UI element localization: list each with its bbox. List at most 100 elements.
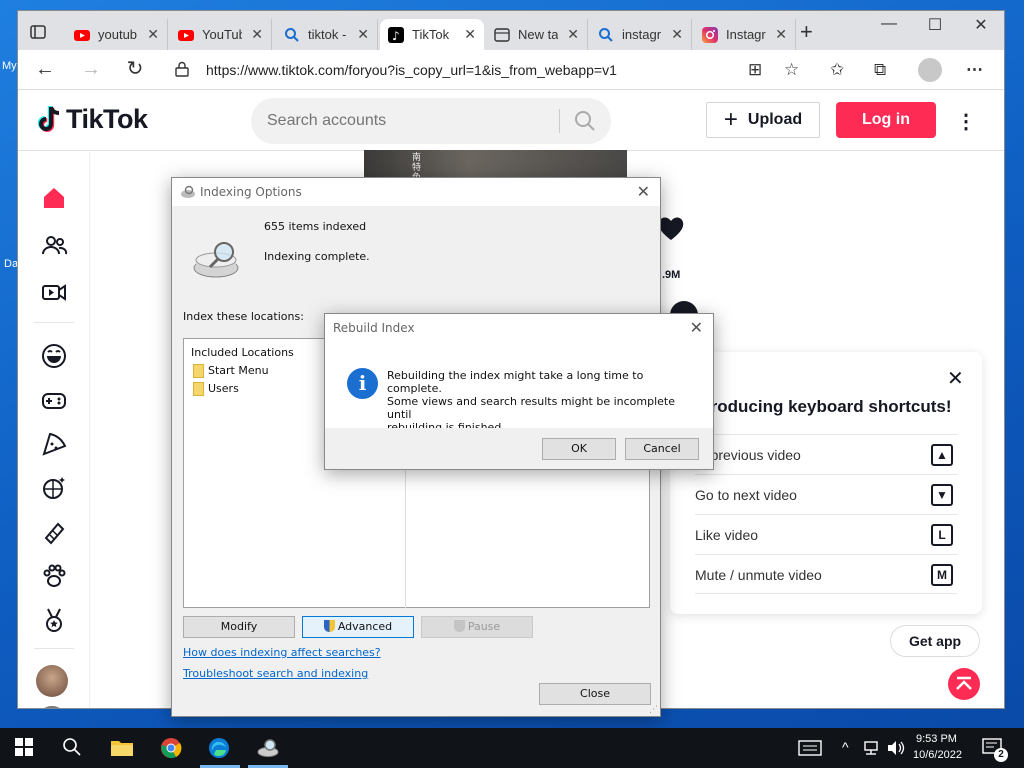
- animals-icon[interactable]: [40, 562, 68, 590]
- windows-start-icon[interactable]: [14, 737, 38, 759]
- close-icon[interactable]: ✕: [147, 26, 159, 43]
- file-explorer-icon[interactable]: [110, 737, 134, 759]
- clock-date[interactable]: 10/6/2022: [913, 749, 962, 761]
- advanced-button[interactable]: Advanced: [302, 616, 414, 638]
- dialog-title: Rebuild Index: [333, 321, 415, 335]
- tab-tiktok[interactable]: ♪ TikTok ✕: [380, 19, 484, 50]
- close-icon[interactable]: ✕: [671, 26, 683, 43]
- beauty-icon[interactable]: [40, 518, 68, 546]
- tab-youtube-1[interactable]: youtub ✕: [66, 19, 168, 50]
- tab-instagram[interactable]: Instagr ✕: [694, 19, 796, 50]
- minimize-icon[interactable]: —: [866, 15, 912, 33]
- ok-button[interactable]: OK: [542, 438, 616, 460]
- sidebar-divider: [34, 648, 74, 649]
- login-button[interactable]: Log in: [836, 102, 936, 138]
- tab-new-tab[interactable]: New ta ✕: [486, 19, 588, 50]
- search-icon[interactable]: [573, 109, 597, 138]
- troubleshoot-link[interactable]: Troubleshoot search and indexing: [183, 667, 368, 680]
- profile-avatar-icon[interactable]: [918, 58, 942, 82]
- youtube-icon: [74, 27, 90, 43]
- close-icon[interactable]: ✕: [567, 26, 579, 43]
- tab-instagram-search[interactable]: instagr ✕: [590, 19, 692, 50]
- network-icon[interactable]: [862, 739, 886, 761]
- tiktok-logo-icon: [37, 105, 60, 132]
- uac-shield-icon: [453, 620, 465, 632]
- maximize-icon[interactable]: ☐: [912, 15, 958, 35]
- home-icon[interactable]: [40, 184, 68, 212]
- dialog-titlebar: Rebuild Index ✕: [325, 314, 713, 342]
- shortcut-key: M: [931, 564, 953, 586]
- settings-more-icon[interactable]: ⋯: [966, 60, 983, 80]
- tab-strip: youtub ✕ YouTub ✕ tiktok - ✕ ♪ TikTok ✕ …: [18, 11, 1004, 50]
- chevron-up-icon[interactable]: ^: [842, 739, 849, 755]
- upload-button[interactable]: + Upload: [706, 102, 820, 138]
- dialog-title: Indexing Options: [200, 185, 302, 199]
- dance-icon[interactable]: [40, 474, 68, 502]
- included-locations-header: Included Locations: [191, 346, 294, 359]
- rebuild-message-line: Some views and search results might be i…: [387, 395, 676, 421]
- tab-tiktok-search[interactable]: tiktok - ✕: [276, 19, 378, 50]
- tab-actions-icon[interactable]: [28, 23, 54, 43]
- new-tab-button[interactable]: +: [800, 21, 813, 43]
- resize-grip-icon[interactable]: ⋰: [649, 705, 658, 715]
- window-close-icon[interactable]: ✕: [958, 15, 1004, 35]
- tab-youtube-2[interactable]: YouTub ✕: [170, 19, 272, 50]
- gaming-icon[interactable]: [40, 386, 68, 414]
- back-to-top-button[interactable]: [948, 668, 980, 700]
- following-icon[interactable]: [40, 232, 68, 260]
- close-icon[interactable]: ✕: [251, 26, 263, 43]
- add-favorite-icon[interactable]: ☆: [784, 60, 799, 80]
- more-options-icon[interactable]: ⋮: [956, 109, 976, 134]
- search-icon: [284, 27, 300, 43]
- info-icon: i: [347, 368, 378, 399]
- location-label: Users: [208, 382, 239, 395]
- close-button[interactable]: Close: [539, 683, 651, 705]
- location-item[interactable]: Users: [193, 382, 239, 396]
- tiktok-logo[interactable]: TikTok: [36, 104, 148, 135]
- tab-label: New ta: [518, 27, 558, 42]
- desktop-icon-label[interactable]: Da: [4, 258, 18, 270]
- live-icon[interactable]: [40, 278, 68, 306]
- search-input[interactable]: [267, 110, 547, 132]
- favorites-icon[interactable]: ✩: [830, 60, 844, 80]
- back-icon[interactable]: ←: [32, 58, 58, 82]
- indexing-options-taskbar-icon[interactable]: [256, 737, 280, 759]
- svg-text:♪: ♪: [392, 29, 400, 43]
- forward-icon[interactable]: →: [78, 58, 104, 82]
- pause-button[interactable]: Pause: [421, 616, 533, 638]
- close-icon[interactable]: ✕: [775, 26, 787, 43]
- desktop-icon-label[interactable]: My: [2, 60, 17, 72]
- arrow-up-key-icon: ▲: [931, 444, 953, 466]
- search-icon[interactable]: [62, 737, 86, 759]
- taskbar: ^ 9:53 PM 10/6/2022 2: [0, 728, 1024, 768]
- volume-icon[interactable]: [886, 739, 910, 761]
- url-field[interactable]: https://www.tiktok.com/foryou?is_copy_ur…: [206, 57, 776, 83]
- suggested-account-avatar[interactable]: [36, 706, 68, 708]
- food-icon[interactable]: [40, 430, 68, 458]
- rebuild-message: Rebuilding the index might take a long t…: [387, 369, 697, 434]
- close-icon[interactable]: ✕: [690, 318, 703, 337]
- refresh-icon[interactable]: ↻: [122, 58, 148, 82]
- app-available-icon[interactable]: ⊞: [748, 60, 762, 80]
- action-center-icon[interactable]: [798, 739, 822, 761]
- modify-button[interactable]: Modify: [183, 616, 295, 638]
- sports-medal-icon[interactable]: [40, 606, 68, 634]
- close-icon[interactable]: ✕: [357, 26, 369, 43]
- close-icon[interactable]: ✕: [464, 26, 476, 43]
- shortcut-row-like: Like video L: [695, 514, 957, 554]
- cancel-button[interactable]: Cancel: [625, 438, 699, 460]
- edge-icon[interactable]: [208, 737, 232, 759]
- comedy-icon[interactable]: [40, 342, 68, 370]
- lock-icon[interactable]: [175, 61, 189, 82]
- folder-icon: [193, 382, 204, 396]
- get-app-button[interactable]: Get app: [890, 625, 980, 657]
- location-item[interactable]: Start Menu: [193, 364, 269, 378]
- collections-icon[interactable]: ⧉: [874, 60, 886, 80]
- clock-time[interactable]: 9:53 PM: [916, 733, 957, 745]
- folder-icon: [193, 364, 204, 378]
- suggested-account-avatar[interactable]: [36, 665, 68, 697]
- indexing-help-link[interactable]: How does indexing affect searches?: [183, 646, 381, 659]
- close-icon[interactable]: ✕: [947, 366, 964, 391]
- chrome-icon[interactable]: [160, 737, 184, 759]
- close-icon[interactable]: ✕: [637, 182, 650, 201]
